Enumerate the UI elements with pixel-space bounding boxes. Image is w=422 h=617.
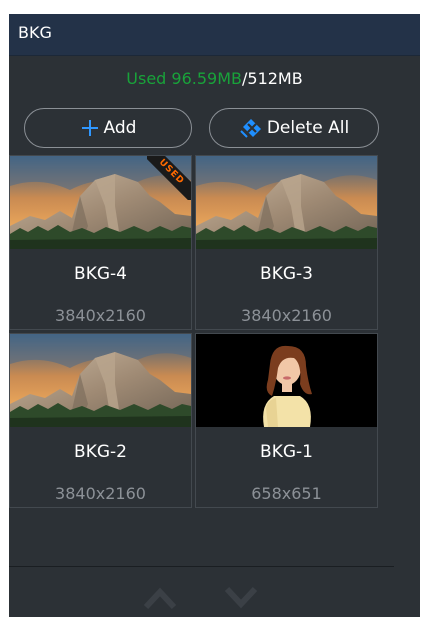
- background-card-bkg-3[interactable]: BKG-3 3840x2160: [195, 155, 378, 330]
- background-resolution: 658x651: [251, 484, 322, 503]
- background-resolution: 3840x2160: [55, 306, 146, 325]
- background-name: BKG-4: [74, 264, 127, 284]
- background-thumbnail: [196, 334, 377, 427]
- delete-all-button[interactable]: Delete All: [209, 108, 379, 148]
- delete-all-icon: [239, 117, 263, 139]
- background-resolution: 3840x2160: [241, 306, 332, 325]
- background-resolution: 3840x2160: [55, 484, 146, 503]
- used-badge: USED: [147, 156, 191, 200]
- background-name: BKG-1: [260, 442, 313, 462]
- panel-header: BKG: [9, 14, 420, 56]
- delete-all-label: Delete All: [266, 118, 350, 138]
- background-card-bkg-1[interactable]: BKG-1 658x651: [195, 333, 378, 508]
- total-storage: /512MB: [242, 69, 303, 88]
- add-button[interactable]: Add: [24, 108, 192, 148]
- chevron-up-icon[interactable]: [143, 586, 177, 610]
- storage-usage: Used 96.59MB/512MB: [9, 69, 420, 88]
- add-button-label: Add: [103, 118, 137, 138]
- chevron-down-icon[interactable]: [224, 586, 258, 610]
- background-name: BKG-2: [74, 442, 127, 462]
- divider: [9, 566, 394, 567]
- background-name: BKG-3: [260, 264, 313, 284]
- panel-title: BKG: [18, 23, 52, 42]
- background-card-bkg-2[interactable]: BKG-2 3840x2160: [9, 333, 192, 508]
- background-panel: BKG Used 96.59MB/512MB Add Delete All US…: [9, 14, 420, 617]
- used-storage: Used 96.59MB: [126, 69, 242, 88]
- background-thumbnail: [196, 156, 377, 249]
- background-card-bkg-4[interactable]: USED BKG-4 3840x2160: [9, 155, 192, 330]
- plus-icon: [80, 118, 100, 138]
- background-thumbnail: [10, 334, 191, 427]
